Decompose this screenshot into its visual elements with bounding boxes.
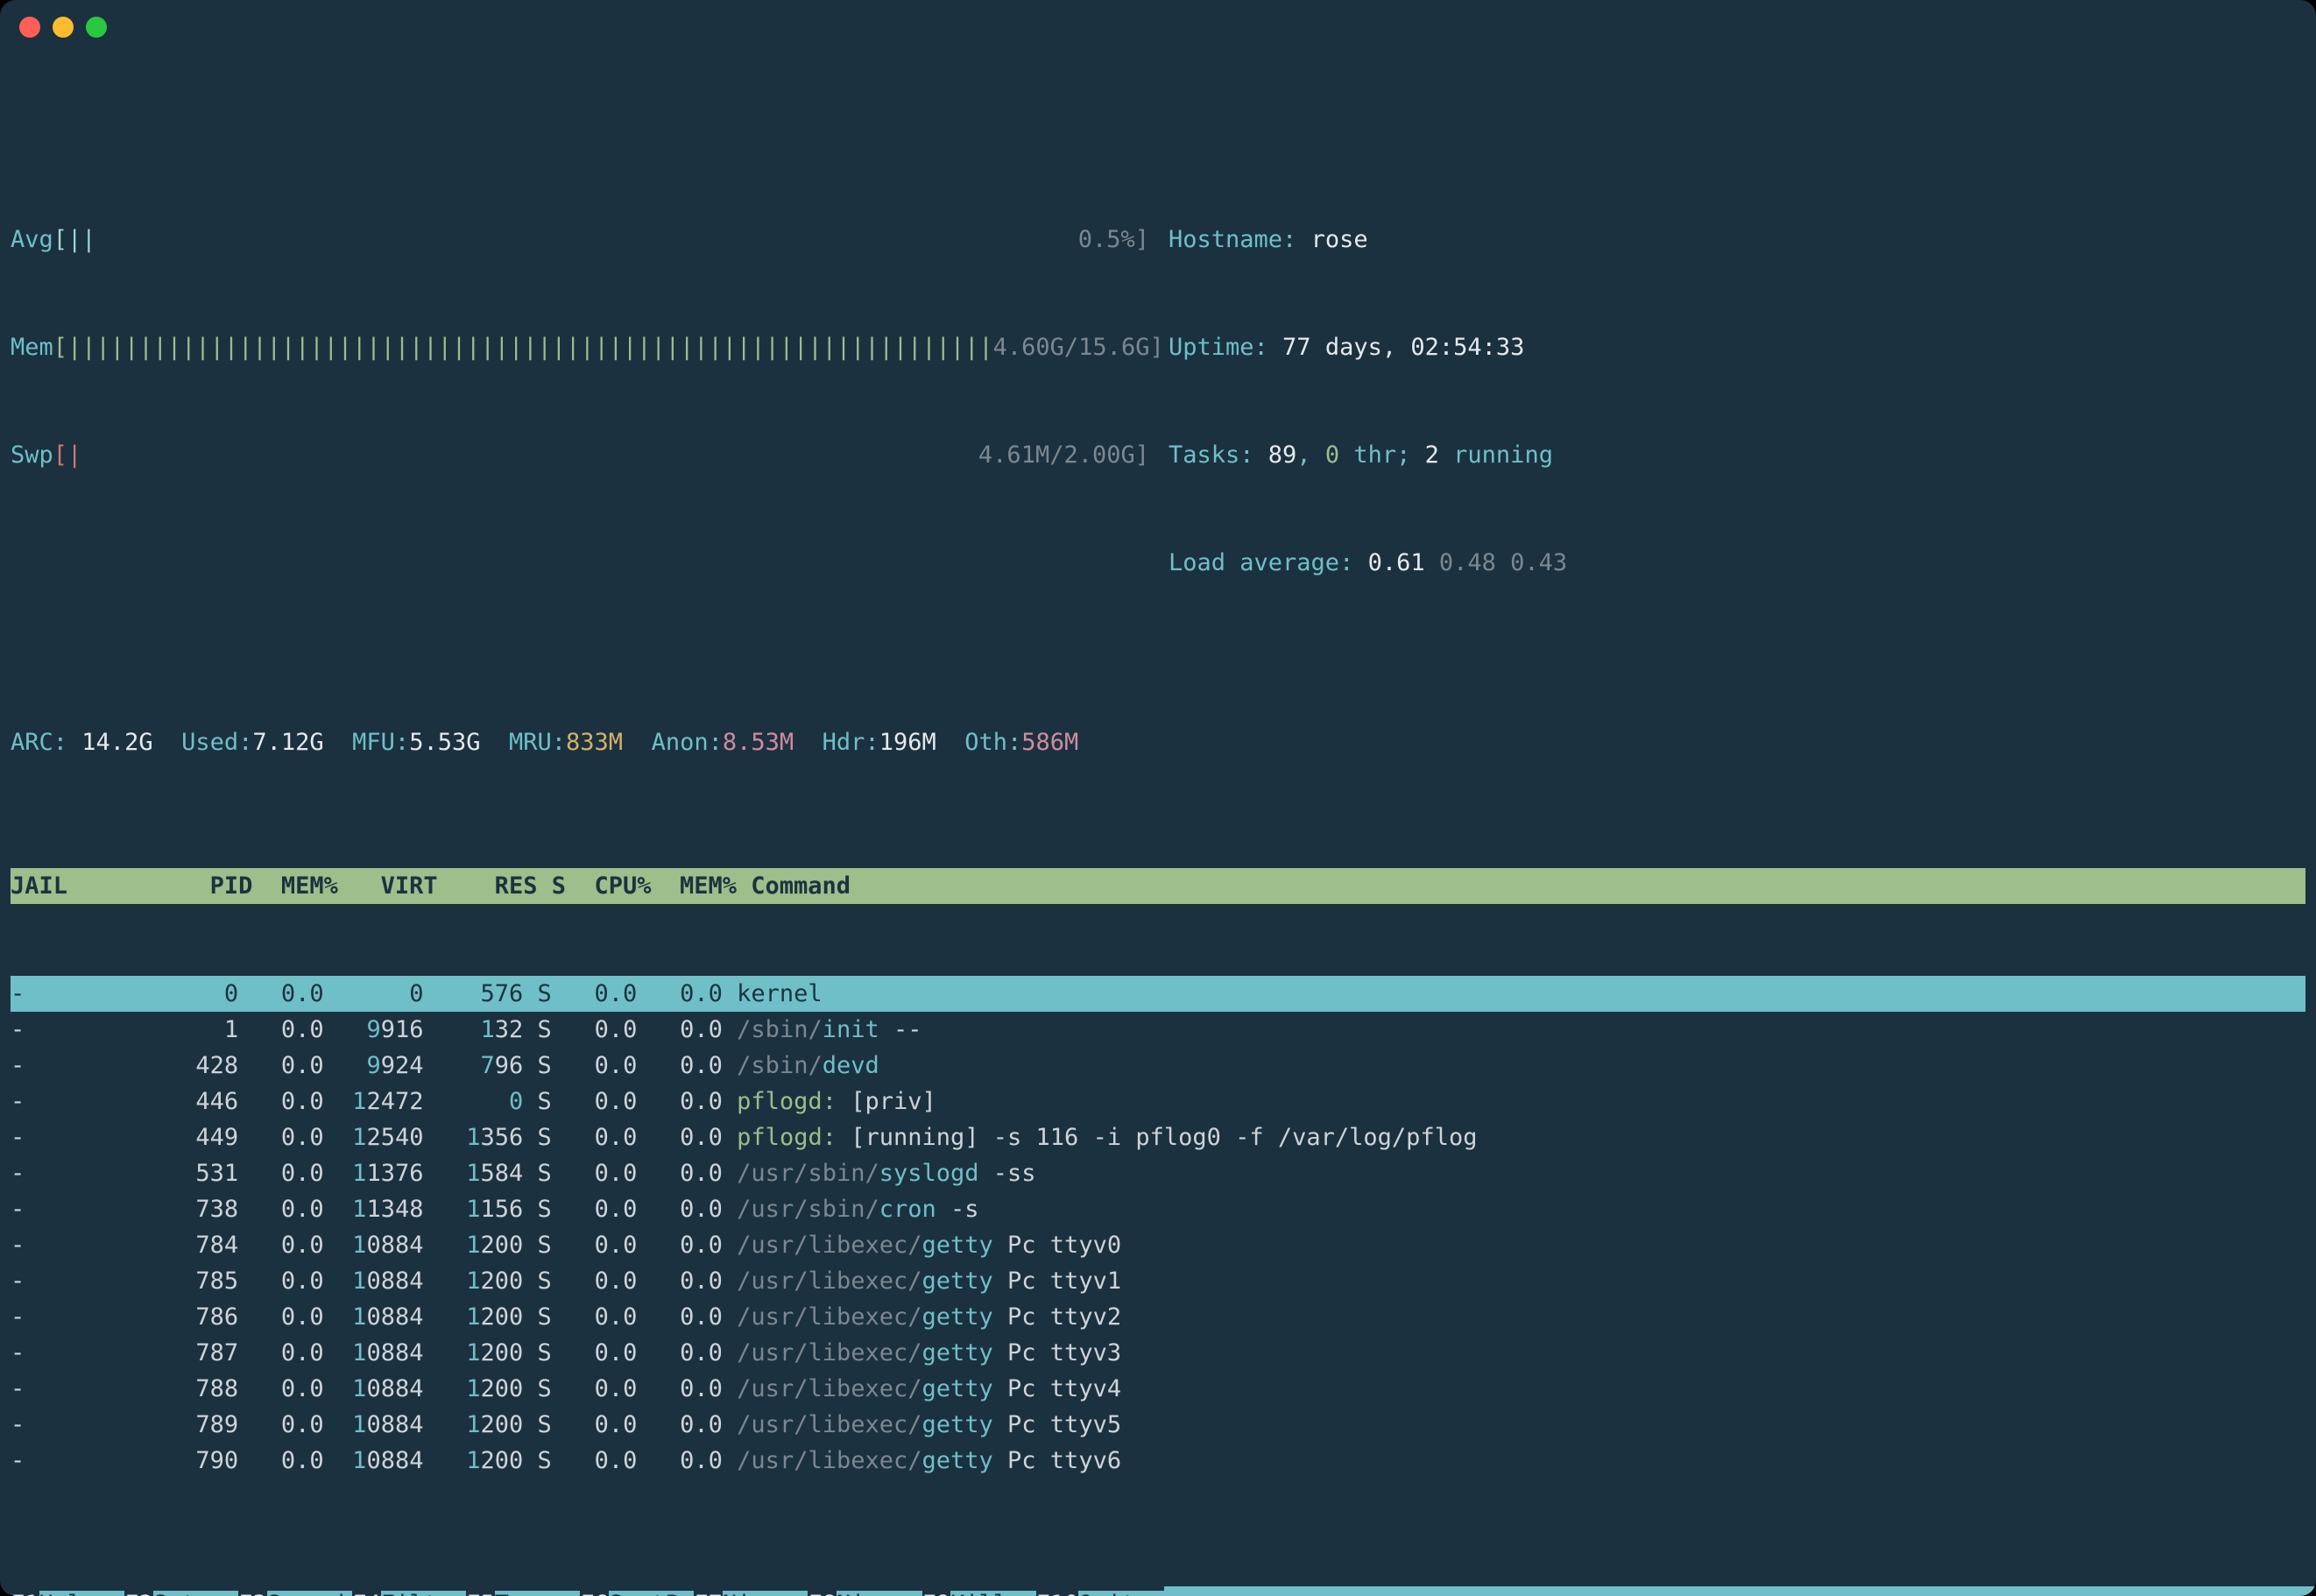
fn-f7[interactable]: F7Nice - [694, 1586, 808, 1596]
process-row[interactable]: - 785 0.0 10884 1200 S 0.0 0.0 /usr/libe… [11, 1263, 2305, 1299]
maximize-icon[interactable] [86, 17, 107, 38]
function-key-bar[interactable]: F1Help F2Setup F3SearchF4FilterF5Tree F6… [11, 1586, 2305, 1596]
fn-f1[interactable]: F1Help [11, 1586, 124, 1596]
meter-avg: Avg[||0.5%] [11, 222, 1149, 258]
close-icon[interactable] [19, 17, 40, 38]
process-row[interactable]: - 784 0.0 10884 1200 S 0.0 0.0 /usr/libe… [11, 1227, 2305, 1263]
uptime: Uptime: 77 days, 02:54:33 [1169, 329, 2305, 365]
process-row[interactable]: - 738 0.0 11348 1156 S 0.0 0.0 /usr/sbin… [11, 1191, 2305, 1227]
fn-f3[interactable]: F3Search [238, 1586, 352, 1596]
minimize-icon[interactable] [53, 17, 74, 38]
sysinfo-col: Hostname: rose Uptime: 77 days, 02:54:33… [1169, 150, 2305, 653]
process-row[interactable]: - 0 0.0 0 576 S 0.0 0.0 kernel [11, 976, 2305, 1012]
fn-f5[interactable]: F5Tree [466, 1586, 580, 1596]
terminal-content[interactable]: Avg[||0.5%] Mem[||||||||||||||||||||||||… [11, 42, 2305, 1596]
process-row[interactable]: - 788 0.0 10884 1200 S 0.0 0.0 /usr/libe… [11, 1371, 2305, 1407]
process-row[interactable]: - 428 0.0 9924 796 S 0.0 0.0 /sbin/devd [11, 1048, 2305, 1084]
terminal-window: Avg[||0.5%] Mem[||||||||||||||||||||||||… [0, 0, 2316, 1596]
process-row[interactable]: - 786 0.0 10884 1200 S 0.0 0.0 /usr/libe… [11, 1299, 2305, 1335]
process-list[interactable]: - 0 0.0 0 576 S 0.0 0.0 kernel- 1 0.0 99… [11, 976, 2305, 1479]
fn-f2[interactable]: F2Setup [124, 1586, 238, 1596]
process-row[interactable]: - 787 0.0 10884 1200 S 0.0 0.0 /usr/libe… [11, 1335, 2305, 1371]
titlebar [11, 12, 2305, 42]
fn-f10[interactable]: F10Quit [1036, 1586, 1164, 1596]
fn-f4[interactable]: F4Filter [352, 1586, 466, 1596]
arc-line: ARC: 14.2G Used:7.12G MFU:5.53G MRU:833M… [11, 724, 2305, 760]
meters-col: Avg[||0.5%] Mem[||||||||||||||||||||||||… [11, 150, 1169, 653]
load-average: Load average: 0.61 0.48 0.43 [1169, 545, 2305, 581]
process-row[interactable]: - 1 0.0 9916 132 S 0.0 0.0 /sbin/init -- [11, 1012, 2305, 1048]
fn-f6[interactable]: F6SortBy [580, 1586, 694, 1596]
fn-f9[interactable]: F9Kill [922, 1586, 1036, 1596]
process-row[interactable]: - 531 0.0 11376 1584 S 0.0 0.0 /usr/sbin… [11, 1155, 2305, 1191]
hostname: Hostname: rose [1169, 222, 2305, 258]
fn-f8[interactable]: F8Nice + [808, 1586, 921, 1596]
tasks: Tasks: 89, 0 thr; 2 running [1169, 437, 2305, 473]
process-header[interactable]: JAIL PID MEM% VIRT RES S CPU% MEM% Comma… [11, 868, 2305, 904]
process-row[interactable]: - 449 0.0 12540 1356 S 0.0 0.0 pflogd: [… [11, 1119, 2305, 1155]
meter-mem: Mem[||||||||||||||||||||||||||||||||||||… [11, 329, 1149, 365]
process-row[interactable]: - 790 0.0 10884 1200 S 0.0 0.0 /usr/libe… [11, 1443, 2305, 1479]
meter-swp: Swp[|4.61M/2.00G] [11, 437, 1149, 473]
fn-fill [1164, 1586, 2316, 1596]
htop-pane[interactable]: Avg[||0.5%] Mem[||||||||||||||||||||||||… [11, 114, 2305, 1596]
process-row[interactable]: - 789 0.0 10884 1200 S 0.0 0.0 /usr/libe… [11, 1407, 2305, 1443]
process-row[interactable]: - 446 0.0 12472 0 S 0.0 0.0 pflogd: [pri… [11, 1084, 2305, 1119]
